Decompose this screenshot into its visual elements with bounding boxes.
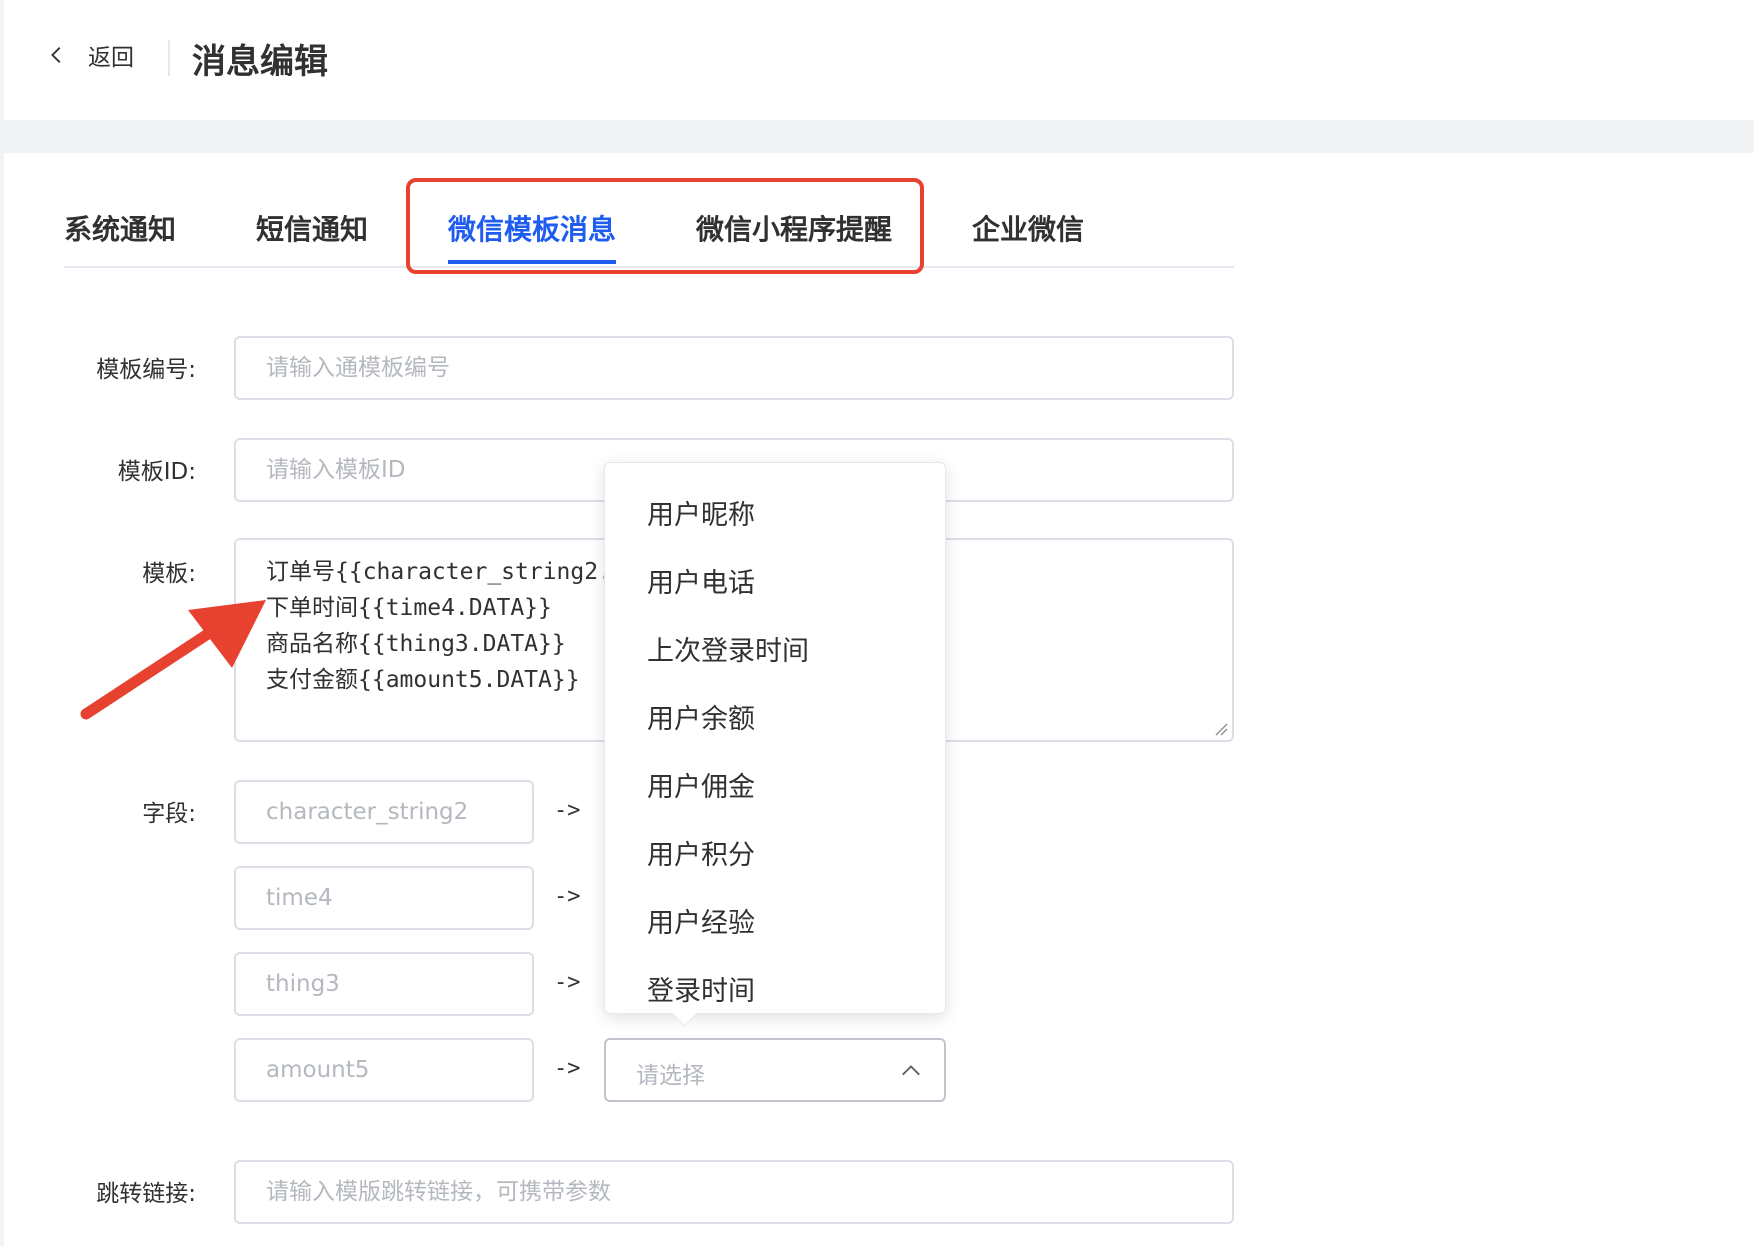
dropdown-option-nickname[interactable]: 用户昵称 (647, 493, 755, 532)
back-label: 返回 (88, 45, 134, 71)
back-button[interactable]: 返回 (46, 38, 134, 72)
field-arrow: -> (554, 798, 581, 823)
section-gap (0, 120, 1754, 153)
template-id-label: 模板ID: (117, 459, 196, 485)
field-input-amount5[interactable] (234, 1038, 534, 1102)
page-header: 返回 消息编辑 (4, 0, 1754, 120)
field-arrow: -> (554, 1056, 581, 1081)
annotation-arrow-icon (80, 600, 266, 720)
tab-sms-notice[interactable]: 短信通知 (256, 208, 368, 248)
select-dropdown: 用户昵称 用户电话 上次登录时间 用户余额 用户佣金 用户积分 用户经验 登录时… (604, 462, 946, 1014)
field-arrow: -> (554, 884, 581, 909)
field-input-thing3[interactable] (234, 952, 534, 1016)
dropdown-option-experience[interactable]: 用户经验 (647, 901, 755, 940)
template-no-input[interactable] (234, 336, 1234, 400)
tab-system-notice[interactable]: 系统通知 (64, 208, 176, 248)
fields-label: 字段: (142, 801, 196, 827)
field-input-time4[interactable] (234, 866, 534, 930)
dropdown-option-commission[interactable]: 用户佣金 (647, 765, 755, 804)
dropdown-option-balance[interactable]: 用户余额 (647, 697, 755, 736)
dropdown-option-phone[interactable]: 用户电话 (647, 561, 755, 600)
annotation-highlight-box (406, 178, 924, 274)
template-label: 模板: (142, 561, 196, 587)
left-edge (0, 0, 4, 1246)
page-title: 消息编辑 (192, 42, 328, 82)
chevron-up-icon (902, 1065, 920, 1076)
chevron-left-icon (51, 47, 61, 63)
tab-wecom[interactable]: 企业微信 (972, 208, 1084, 248)
field-input-character-string2[interactable] (234, 780, 534, 844)
header-divider (168, 40, 170, 76)
template-no-label: 模板编号: (96, 357, 196, 383)
dropdown-option-last-login[interactable]: 上次登录时间 (647, 629, 809, 668)
jump-link-input[interactable] (234, 1160, 1234, 1224)
resize-grip-icon[interactable] (1214, 722, 1228, 736)
field-select-amount5[interactable]: 请选择 (604, 1038, 946, 1102)
dropdown-option-points[interactable]: 用户积分 (647, 833, 755, 872)
dropdown-option-login-time[interactable]: 登录时间 (647, 969, 755, 1008)
select-placeholder: 请选择 (636, 1063, 705, 1089)
jump-link-label: 跳转链接: (96, 1181, 196, 1207)
field-arrow: -> (554, 970, 581, 995)
